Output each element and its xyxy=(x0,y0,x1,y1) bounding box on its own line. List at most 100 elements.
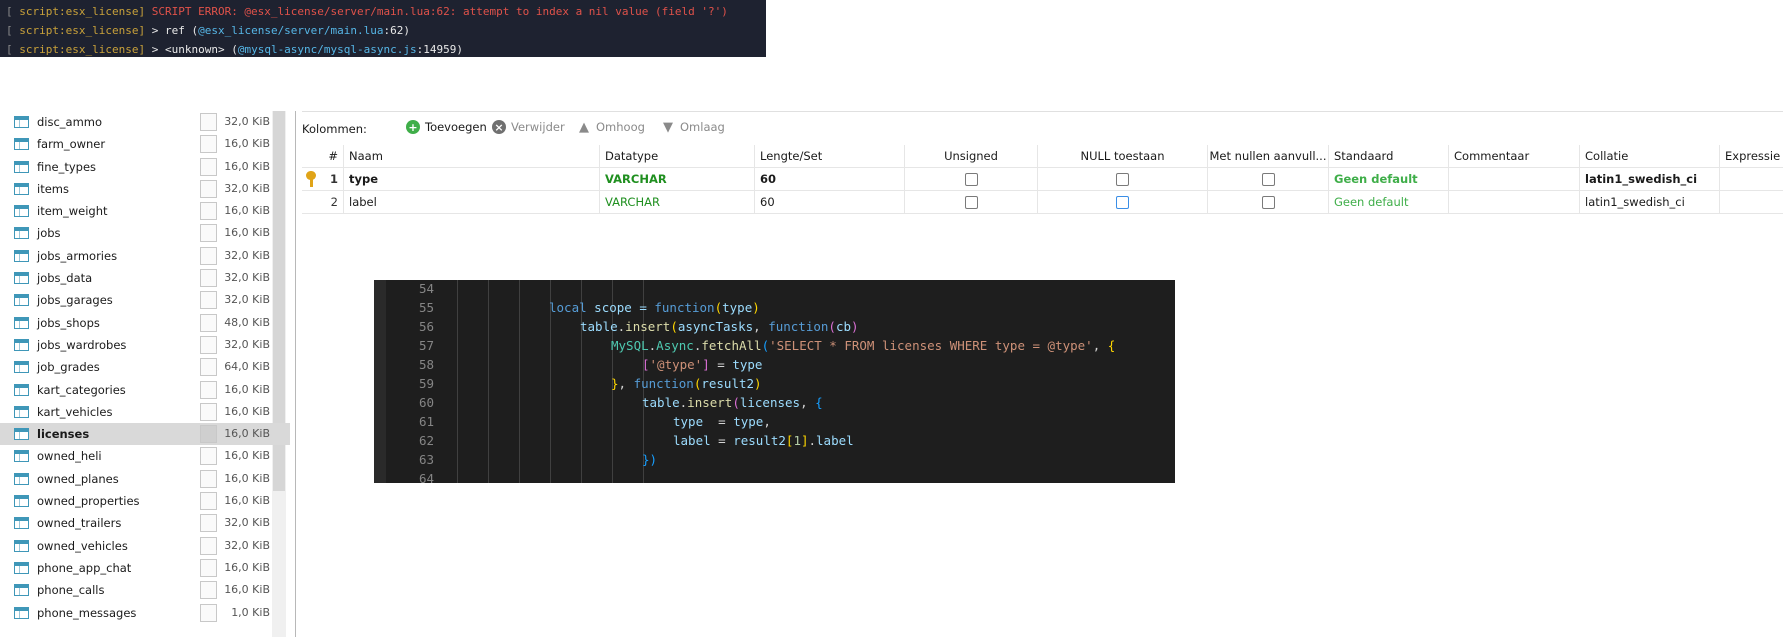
console-bracket: [ xyxy=(6,24,13,37)
header-unsigned[interactable]: Unsigned xyxy=(905,145,1038,167)
column-collation[interactable]: latin1_swedish_ci xyxy=(1580,168,1720,190)
table-list-item[interactable]: jobs_garages 32,0 KiB xyxy=(0,289,290,311)
unsigned-checkbox[interactable] xyxy=(964,173,978,186)
table-list-item[interactable]: owned_vehicles 32,0 KiB xyxy=(0,535,290,557)
table-size: 16,0 KiB xyxy=(224,404,270,418)
table-list-item[interactable]: item_weight 16,0 KiB xyxy=(0,200,290,222)
table-name: jobs_garages xyxy=(37,293,113,308)
table-list-item[interactable]: owned_planes 16,0 KiB xyxy=(0,468,290,490)
table-list-item[interactable]: jobs_data 32,0 KiB xyxy=(0,267,290,289)
unsigned-checkbox[interactable] xyxy=(964,196,978,209)
table-icon xyxy=(14,561,29,574)
table-size-bar xyxy=(200,469,217,488)
table-list-item[interactable]: jobs_armories 32,0 KiB xyxy=(0,245,290,267)
column-name[interactable]: label xyxy=(344,191,600,213)
remove-column-button[interactable]: × Verwijder xyxy=(492,120,565,134)
header-collation[interactable]: Collatie xyxy=(1580,145,1720,167)
table-list: disc_ammo 32,0 KiB farm_owner 16,0 KiB fine_… xyxy=(0,111,290,637)
column-comment[interactable] xyxy=(1449,191,1580,213)
console-output: [ script:esx_license] SCRIPT ERROR: @esx… xyxy=(0,0,766,57)
header-length[interactable]: Lengte/Set xyxy=(755,145,905,167)
table-list-item[interactable]: disc_ammo 32,0 KiB xyxy=(0,111,290,133)
table-name: owned_heli xyxy=(37,449,102,464)
table-list-item[interactable]: farm_owner 16,0 KiB xyxy=(0,133,290,155)
column-length[interactable]: 60 xyxy=(755,168,905,190)
table-size-bar xyxy=(200,380,217,399)
column-length[interactable]: 60 xyxy=(755,191,905,213)
table-list-item[interactable]: kart_categories 16,0 KiB xyxy=(0,379,290,401)
table-list-item[interactable]: owned_trailers 32,0 KiB xyxy=(0,512,290,534)
table-size: 16,0 KiB xyxy=(224,583,270,597)
console-arrow: > xyxy=(151,24,159,37)
table-list-item[interactable]: jobs_wardrobes 32,0 KiB xyxy=(0,334,290,356)
code-text: }, function(result2) xyxy=(611,376,762,391)
zerofill-checkbox[interactable] xyxy=(1261,196,1275,209)
table-list-item[interactable]: items 32,0 KiB xyxy=(0,178,290,200)
table-list-item[interactable]: owned_properties 16,0 KiB xyxy=(0,490,290,512)
console-function: ref xyxy=(164,24,185,37)
column-expression[interactable] xyxy=(1720,168,1783,190)
allow-null-cell xyxy=(1038,191,1208,213)
move-up-button[interactable]: ▲ Omhoog xyxy=(577,120,645,134)
line-number: 56 xyxy=(418,319,434,334)
header-name[interactable]: Naam xyxy=(344,145,600,167)
unsigned-cell xyxy=(905,191,1038,213)
add-column-button[interactable]: + Toevoegen xyxy=(406,120,487,134)
column-datatype[interactable]: VARCHAR xyxy=(600,168,755,190)
code-line: 63}) xyxy=(374,450,1175,469)
header-num[interactable]: # xyxy=(302,145,344,167)
table-icon xyxy=(14,205,29,218)
line-number: 59 xyxy=(418,376,434,391)
console-path: @mysql-async/mysql-async.js xyxy=(237,43,417,56)
table-name: phone_calls xyxy=(37,583,105,598)
column-default[interactable]: Geen default xyxy=(1329,168,1449,190)
code-text: table.insert(asyncTasks, function(cb) xyxy=(580,319,859,334)
column-default[interactable]: Geen default xyxy=(1329,191,1449,213)
column-name[interactable]: type xyxy=(344,168,600,190)
move-down-button[interactable]: ▼ Omlaag xyxy=(661,120,725,134)
code-line: 55 local scope = function(type) xyxy=(374,298,1175,317)
table-size: 32,0 KiB xyxy=(224,181,270,195)
column-collation[interactable]: latin1_swedish_ci xyxy=(1580,191,1720,213)
table-icon xyxy=(14,495,29,508)
console-line-number: :62) xyxy=(383,24,411,37)
table-list-item[interactable]: fine_types 16,0 KiB xyxy=(0,156,290,178)
table-size-bar xyxy=(200,514,217,533)
header-comment[interactable]: Commentaar xyxy=(1449,145,1580,167)
table-list-item[interactable]: jobs 16,0 KiB xyxy=(0,222,290,244)
table-list-item[interactable]: kart_vehicles 16,0 KiB xyxy=(0,401,290,423)
console-line: [ script:esx_license] > <unknown> (@mysq… xyxy=(0,40,766,59)
table-list-item[interactable]: jobs_shops 48,0 KiB xyxy=(0,312,290,334)
allow-null-checkbox[interactable] xyxy=(1116,196,1129,209)
header-expression[interactable]: Expressie xyxy=(1720,145,1783,167)
table-list-item[interactable]: job_grades 64,0 KiB xyxy=(0,356,290,378)
table-list-item[interactable]: phone_messages 1,0 KiB xyxy=(0,602,290,624)
table-icon xyxy=(14,338,29,351)
column-datatype[interactable]: VARCHAR xyxy=(600,191,755,213)
table-list-item[interactable]: phone_app_chat 16,0 KiB xyxy=(0,557,290,579)
table-size-bar xyxy=(200,536,217,555)
table-name: owned_vehicles xyxy=(37,538,128,553)
table-icon xyxy=(14,539,29,552)
columns-label: Kolommen: xyxy=(302,122,367,136)
column-expression[interactable] xyxy=(1720,191,1783,213)
column-row[interactable]: 2 label VARCHAR 60 Geen default latin1_s… xyxy=(302,191,1783,214)
column-row[interactable]: 1 type VARCHAR 60 Geen default latin1_sw… xyxy=(302,168,1783,191)
line-number: 54 xyxy=(418,281,434,296)
table-size: 32,0 KiB xyxy=(224,337,270,351)
zerofill-checkbox[interactable] xyxy=(1261,173,1275,186)
table-icon xyxy=(14,249,29,262)
line-number: 64 xyxy=(418,471,434,483)
console-arrow: > xyxy=(151,43,159,56)
table-list-item[interactable]: phone_calls 16,0 KiB xyxy=(0,579,290,601)
panel-divider[interactable] xyxy=(295,111,296,637)
move-up-label: Omhoog xyxy=(596,120,645,134)
header-allow-null[interactable]: NULL toestaan xyxy=(1038,145,1208,167)
allow-null-checkbox[interactable] xyxy=(1116,173,1129,186)
header-default[interactable]: Standaard xyxy=(1329,145,1449,167)
header-zerofill[interactable]: Met nullen aanvull... xyxy=(1208,145,1329,167)
header-datatype[interactable]: Datatype xyxy=(600,145,755,167)
column-comment[interactable] xyxy=(1449,168,1580,190)
table-list-item[interactable]: owned_heli 16,0 KiB xyxy=(0,445,290,467)
table-list-item[interactable]: licenses 16,0 KiB xyxy=(0,423,290,446)
